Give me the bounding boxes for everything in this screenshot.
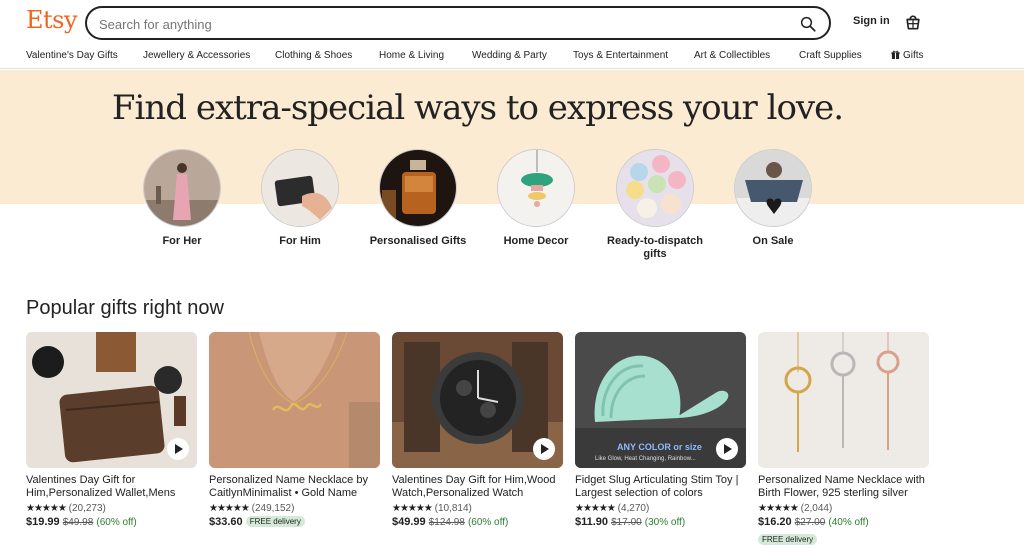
personalised-gifts-image: [379, 149, 457, 227]
original-price: $49.98: [62, 517, 94, 528]
product-card[interactable]: Personalized Name Necklace by CaitlynMin…: [209, 332, 380, 528]
for-him-label: For Him: [279, 235, 321, 247]
search-icon[interactable]: [799, 15, 817, 33]
star-rating-icon: ★★★★★: [26, 503, 67, 514]
product-price-row: $33.60 FREE delivery: [209, 516, 380, 528]
product-title[interactable]: Valentines Day Gift for Him,Wood Watch,P…: [392, 474, 563, 500]
for-her-image: [143, 149, 221, 227]
star-rating-icon: ★★★★★: [758, 503, 799, 514]
product-title[interactable]: Valentines Day Gift for Him,Personalized…: [26, 474, 197, 500]
sign-in-link[interactable]: Sign in: [853, 15, 890, 27]
nav-item-gifts[interactable]: Gifts: [891, 50, 924, 61]
ready-to-dispatch-image: [616, 149, 694, 227]
product-price-row: $49.99 $124.98 (60% off): [392, 516, 563, 528]
original-price: $27.00: [794, 517, 826, 528]
slug-caption: ANY COLOR or size: [617, 442, 702, 452]
review-count: (4,270): [617, 503, 650, 514]
free-delivery-row: FREE delivery: [758, 530, 929, 548]
review-count: (2,044): [800, 503, 833, 514]
original-price: $17.00: [611, 517, 642, 528]
star-rating-icon: ★★★★★: [209, 503, 250, 514]
etsy-logo[interactable]: Etsy: [26, 6, 78, 34]
nav-item-valentines[interactable]: Valentine's Day Gifts: [26, 50, 118, 61]
sale-price: $33.60: [209, 516, 243, 528]
on-sale-label: On Sale: [752, 235, 794, 247]
product-image[interactable]: [209, 332, 380, 468]
sale-price: $19.99: [26, 516, 60, 528]
product-card[interactable]: ANY COLOR or size Like Glow, Heat Changi…: [575, 332, 746, 528]
nav-item-art[interactable]: Art & Collectibles: [694, 50, 770, 61]
product-image[interactable]: [758, 332, 929, 468]
for-her-label: For Her: [162, 235, 202, 247]
product-title[interactable]: Personalized Name Necklace by CaitlynMin…: [209, 474, 380, 500]
category-nav: Valentine's Day Gifts Jewellery & Access…: [0, 46, 1024, 69]
search-input[interactable]: [99, 14, 779, 34]
original-price: $124.98: [428, 517, 465, 528]
product-image[interactable]: [392, 332, 563, 468]
star-rating-icon: ★★★★★: [575, 503, 616, 514]
product-image[interactable]: [26, 332, 197, 468]
play-video-button[interactable]: [716, 438, 738, 460]
search-bar[interactable]: [85, 6, 831, 40]
discount: (60% off): [96, 517, 137, 528]
hero-title: Find extra-special ways to express your …: [111, 88, 844, 128]
product-rating: ★★★★★ (2,044): [758, 503, 929, 514]
free-delivery-badge: FREE delivery: [245, 516, 305, 527]
product-price-row: $16.20 $27.00 (40% off): [758, 516, 929, 528]
nav-item-home[interactable]: Home & Living: [379, 50, 444, 61]
review-count: (20,273): [68, 503, 106, 514]
category-circle-home-decor[interactable]: Home Decor: [476, 149, 596, 248]
nav-item-clothing[interactable]: Clothing & Shoes: [275, 50, 352, 61]
popular-gifts-heading: Popular gifts right now: [26, 297, 224, 319]
review-count: (10,814): [434, 503, 472, 514]
play-video-button[interactable]: [533, 438, 555, 460]
home-decor-label: Home Decor: [503, 235, 569, 247]
nav-item-jewellery[interactable]: Jewellery & Accessories: [143, 50, 250, 61]
product-rating: ★★★★★ (249,152): [209, 503, 380, 514]
product-title[interactable]: Personalized Name Necklace with Birth Fl…: [758, 474, 929, 500]
product-price-row: $19.99 $49.98 (60% off): [26, 516, 197, 528]
nav-item-wedding[interactable]: Wedding & Party: [472, 50, 547, 61]
play-video-button[interactable]: [167, 438, 189, 460]
product-card[interactable]: Valentines Day Gift for Him,Personalized…: [26, 332, 197, 528]
home-decor-image: [497, 149, 575, 227]
product-rating: ★★★★★ (4,270): [575, 503, 746, 514]
header: Etsy Sign in: [0, 0, 1024, 46]
on-sale-image: [734, 149, 812, 227]
sale-price: $11.90: [575, 516, 609, 528]
discount: (60% off): [467, 517, 509, 528]
sale-price: $16.20: [758, 516, 792, 528]
category-circle-for-him[interactable]: For Him: [240, 149, 360, 248]
category-circle-personalised-gifts[interactable]: Personalised Gifts: [358, 149, 478, 248]
personalised-gifts-label: Personalised Gifts: [369, 235, 467, 247]
nav-item-toys[interactable]: Toys & Entertainment: [573, 50, 668, 61]
nav-item-craft[interactable]: Craft Supplies: [799, 50, 862, 61]
product-card[interactable]: Valentines Day Gift for Him,Wood Watch,P…: [392, 332, 563, 528]
cart-icon[interactable]: [903, 12, 923, 32]
product-card[interactable]: Personalized Name Necklace with Birth Fl…: [758, 332, 929, 548]
category-circle-for-her[interactable]: For Her: [122, 149, 242, 248]
product-price-row: $11.90 $17.00 (30% off): [575, 516, 746, 528]
free-delivery-badge: FREE delivery: [758, 534, 818, 545]
gift-icon: [891, 50, 900, 59]
nav-item-gifts-label: Gifts: [903, 50, 924, 61]
discount: (30% off): [644, 517, 686, 528]
for-him-image: [261, 149, 339, 227]
sale-price: $49.99: [392, 516, 426, 528]
product-rating: ★★★★★ (10,814): [392, 503, 563, 514]
category-circle-on-sale[interactable]: On Sale: [713, 149, 833, 248]
product-rating: ★★★★★ (20,273): [26, 503, 197, 514]
category-circle-ready-to-dispatch[interactable]: Ready-to-dispatch gifts: [595, 149, 715, 261]
slug-subcaption: Like Glow, Heat Changing, Rainbow...: [595, 456, 696, 462]
product-title[interactable]: Fidget Slug Articulating Stim Toy | Larg…: [575, 474, 746, 500]
review-count: (249,152): [251, 503, 295, 514]
star-rating-icon: ★★★★★: [392, 503, 433, 514]
ready-to-dispatch-label: Ready-to-dispatch gifts: [607, 235, 703, 260]
discount: (40% off): [828, 517, 869, 528]
product-image[interactable]: ANY COLOR or size Like Glow, Heat Changi…: [575, 332, 746, 468]
